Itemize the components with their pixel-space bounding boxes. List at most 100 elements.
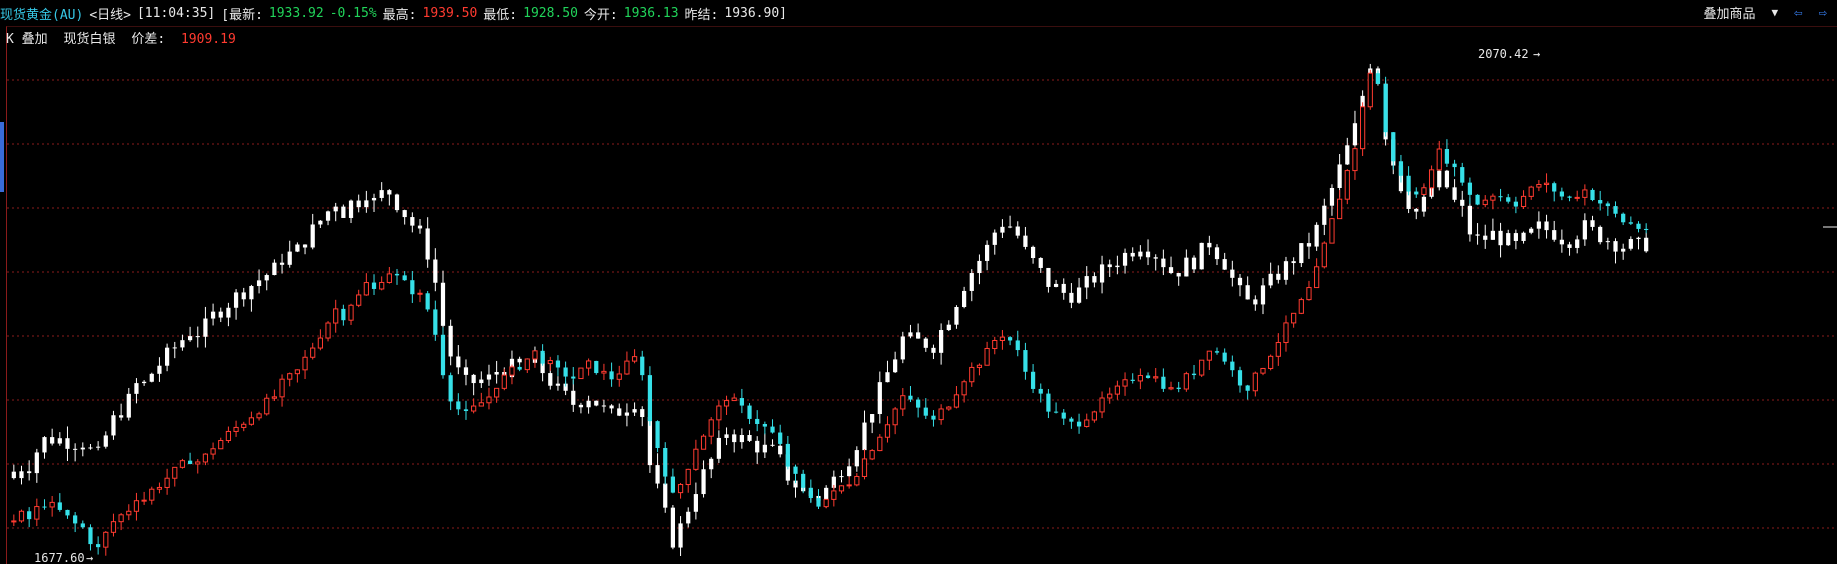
candle-body xyxy=(1191,373,1197,376)
candle-body xyxy=(394,273,400,276)
overlay-candle-body xyxy=(134,383,139,394)
overlay-candle-body xyxy=(1306,243,1312,247)
candle-body xyxy=(1352,148,1358,172)
overlay-candle-body xyxy=(1329,187,1335,206)
overlay-candle-body xyxy=(218,311,223,318)
candle-body xyxy=(946,406,952,410)
overlay-candle-body xyxy=(1628,239,1633,249)
candle-body xyxy=(478,402,484,407)
overlay-candle-body xyxy=(571,390,576,405)
candle-body xyxy=(1099,397,1105,413)
candle-body xyxy=(663,448,668,477)
candle-body xyxy=(34,506,40,520)
candle-body xyxy=(976,364,983,368)
candle-body xyxy=(1436,148,1442,171)
candle-body xyxy=(1498,196,1503,198)
overlay-candle-body xyxy=(1099,264,1105,283)
candle-body xyxy=(563,367,568,377)
candle-body xyxy=(1130,379,1135,381)
overlay-candle-body xyxy=(655,465,660,484)
overlay-candle-body xyxy=(885,372,890,383)
overlay-candle-body xyxy=(1490,230,1496,240)
candle-body xyxy=(524,358,530,371)
candle-body xyxy=(953,394,960,408)
overlay-candle-body xyxy=(1575,239,1580,248)
candle-body xyxy=(103,531,109,548)
overlay-candle-body xyxy=(839,476,844,478)
overlay-candle-body xyxy=(50,437,55,444)
candle-body xyxy=(1137,374,1143,382)
overlay-candle-body xyxy=(778,445,783,455)
overlay-candle-body xyxy=(1513,233,1518,241)
candle-body xyxy=(187,460,193,465)
candle-body xyxy=(770,426,775,433)
candle-body xyxy=(1598,200,1603,204)
candle-body xyxy=(172,466,178,479)
candle-body xyxy=(1053,411,1059,413)
candle-body xyxy=(218,440,224,450)
overlay-candle-body xyxy=(463,367,469,375)
candle-body xyxy=(210,448,216,455)
overlay-candle-body xyxy=(1184,257,1189,277)
candle-body xyxy=(341,308,346,321)
overlay-candle-body xyxy=(1276,273,1281,280)
overlay-candle-body xyxy=(341,206,346,218)
candle-body xyxy=(716,405,722,421)
overlay-candle-body xyxy=(1046,267,1051,287)
overlay-candle-body xyxy=(908,332,913,337)
overlay-candle-body xyxy=(1567,244,1572,248)
overlay-candle-body xyxy=(939,330,944,353)
overlay-candles xyxy=(11,63,1649,556)
overlay-candle-body xyxy=(456,356,461,368)
candlestick-chart[interactable]: 2070.42 1677.60 → → xyxy=(0,0,1837,564)
candle-body xyxy=(371,282,377,289)
candle-body xyxy=(571,376,576,379)
overlay-candle-body xyxy=(1038,258,1043,268)
candle-body xyxy=(640,356,645,376)
candle-body xyxy=(494,387,500,398)
candle-body xyxy=(808,487,813,499)
overlay-candle-body xyxy=(724,434,729,438)
candle-body xyxy=(685,468,691,486)
overlay-candle-body xyxy=(256,280,262,287)
candle-body xyxy=(631,356,638,362)
overlay-candle-body xyxy=(709,458,714,470)
candle-body xyxy=(149,488,155,501)
overlay-candle-body xyxy=(1475,234,1480,236)
overlay-candle-body xyxy=(1168,267,1174,274)
candle-body xyxy=(916,399,921,408)
candle-body xyxy=(884,424,891,438)
overlay-candle-body xyxy=(119,415,124,418)
candle-body xyxy=(999,336,1006,342)
overlay-candle-body xyxy=(1345,145,1350,165)
overlay-candle-body xyxy=(1636,237,1641,240)
overlay-candle-body xyxy=(1138,251,1143,257)
overlay-candle-body xyxy=(1452,187,1457,200)
overlay-candle-body xyxy=(333,206,338,212)
candle-body xyxy=(27,511,32,520)
candle-body xyxy=(708,419,714,437)
candle-body xyxy=(547,360,553,365)
overlay-candle-body xyxy=(249,286,254,300)
overlay-candle-body xyxy=(1437,170,1442,188)
overlay-candle-body xyxy=(716,437,721,459)
candle-body xyxy=(1015,340,1020,351)
candle-body xyxy=(785,443,790,467)
candle-body xyxy=(578,367,584,380)
overlay-candle-body xyxy=(1414,208,1419,212)
candle-body xyxy=(869,450,875,460)
candle-body xyxy=(1536,184,1542,188)
candle-body xyxy=(1237,370,1243,386)
overlay-candle-body xyxy=(1230,269,1235,278)
candle-body xyxy=(1552,183,1557,192)
overlay-candle-body xyxy=(586,400,591,408)
overlay-candle-body xyxy=(310,224,315,248)
candle-body xyxy=(1030,371,1036,389)
overlay-candle-body xyxy=(402,210,407,218)
overlay-candle-body xyxy=(433,259,438,283)
overlay-candle-body xyxy=(1544,221,1549,231)
candle-body xyxy=(1069,418,1074,422)
candle-body xyxy=(846,484,852,487)
overlay-candle-body xyxy=(471,374,476,384)
overlay-candle-body xyxy=(1237,277,1243,286)
